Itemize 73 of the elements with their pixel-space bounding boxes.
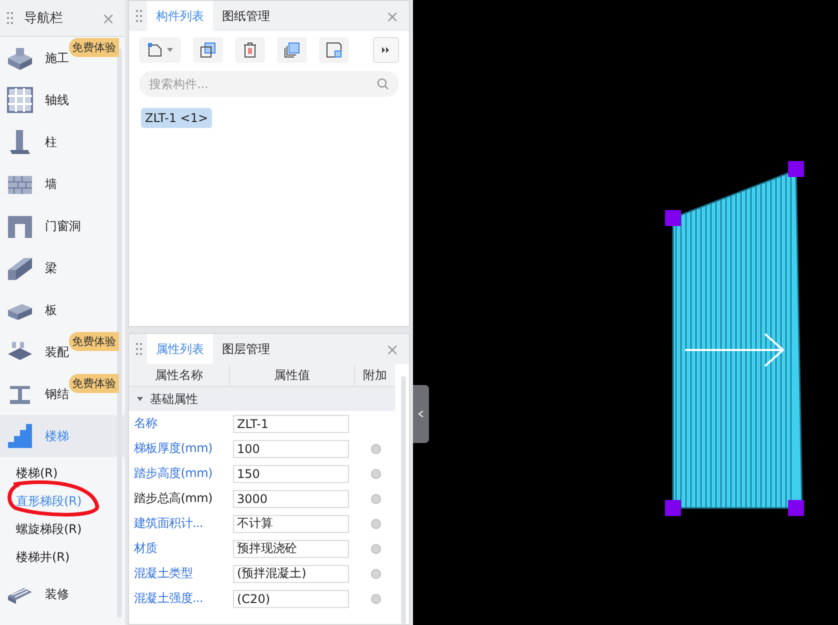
trial-badge: 免费体验	[69, 38, 119, 57]
property-name: 踏步高度(mm)	[133, 465, 214, 482]
copy-button[interactable]	[193, 37, 223, 63]
nav-item[interactable]: 柱	[0, 121, 125, 163]
nav-item[interactable]: 施工 免费体验	[0, 37, 125, 79]
delete-button[interactable]	[235, 37, 265, 63]
trial-badge: 免费体验	[69, 374, 119, 393]
drag-handle-icon[interactable]	[7, 12, 13, 24]
nav-item[interactable]: 钢结 免费体验	[0, 373, 125, 415]
property-value-field[interactable]: 预拌现浇砼	[233, 540, 349, 558]
property-value-field[interactable]: 100	[233, 440, 349, 458]
trial-badge: 免费体验	[69, 332, 119, 351]
more-button[interactable]	[373, 37, 399, 63]
attach-radio[interactable]	[371, 594, 381, 604]
drawing-canvas[interactable]	[413, 0, 838, 625]
collapse-handle[interactable]	[413, 385, 429, 443]
panel-tab[interactable]: 图层管理	[213, 334, 279, 364]
search-icon	[377, 78, 389, 90]
nav-subitem[interactable]: 楼梯井(R)	[0, 543, 125, 571]
stacked-copy-icon	[284, 42, 300, 58]
search-field[interactable]: 搜索构件...	[139, 71, 399, 97]
copy-icon	[200, 42, 216, 58]
nav-item[interactable]: 装修	[0, 573, 125, 615]
panel-tab[interactable]: 属性列表	[147, 334, 213, 364]
double-arrow-icon	[381, 46, 391, 54]
attach-radio[interactable]	[371, 568, 381, 578]
property-value-field[interactable]: 3000	[233, 490, 349, 508]
save-button[interactable]	[319, 37, 349, 63]
nav-item[interactable]: 轴线	[0, 79, 125, 121]
property-name: 建筑面积计...	[133, 515, 204, 532]
new-button[interactable]	[139, 37, 181, 63]
new-document-icon	[147, 42, 163, 58]
property-name: 踏步总高(mm)	[133, 490, 214, 507]
property-name: 混凝土类型	[133, 565, 194, 582]
column-header: 附加	[362, 366, 388, 384]
layer-copy-button[interactable]	[277, 37, 307, 63]
property-value-field[interactable]: 不计算	[233, 514, 349, 532]
grid-icon	[6, 86, 34, 114]
property-value-field[interactable]: (C20)	[233, 590, 349, 608]
nav-subitem[interactable]: 螺旋梯段(R)	[0, 515, 125, 543]
nav-item[interactable]: 墙	[0, 163, 125, 205]
attach-radio[interactable]	[371, 494, 381, 504]
caret-icon	[167, 48, 173, 52]
attach-radio[interactable]	[371, 444, 381, 454]
stair-flight-drawing[interactable]	[665, 161, 804, 516]
column-header: 属性名称	[129, 364, 230, 386]
nav-item[interactable]: 门窗洞	[0, 205, 125, 247]
group-label: 基础属性	[150, 390, 198, 408]
nav-item[interactable]: 梁	[0, 247, 125, 289]
attach-radio[interactable]	[371, 544, 381, 554]
trash-icon	[242, 42, 258, 58]
property-name: 混凝土强度...	[133, 590, 204, 607]
panel-tab[interactable]: 图纸管理	[213, 1, 279, 31]
attach-radio[interactable]	[371, 468, 381, 478]
panel-title: 导航栏	[24, 10, 63, 27]
chevron-left-icon	[418, 410, 424, 418]
property-value-field[interactable]: (预拌混凝土)	[233, 564, 349, 582]
property-name: 材质	[133, 540, 158, 557]
drag-handle-icon[interactable]	[136, 343, 142, 355]
property-name: 梯板厚度(mm)	[133, 440, 214, 457]
drag-handle-icon[interactable]	[136, 10, 142, 22]
panel-tab[interactable]: 构件列表	[147, 1, 213, 31]
nav-item[interactable]: 装配 免费体验	[0, 331, 125, 373]
stairs-icon	[6, 422, 34, 450]
property-value-field[interactable]: ZLT-1	[233, 414, 349, 432]
attach-radio[interactable]	[371, 518, 381, 528]
group-row[interactable]: 基础属性	[129, 387, 395, 411]
column-header: 属性值	[230, 364, 355, 386]
nav-subitem[interactable]: 楼梯(R)	[0, 459, 125, 487]
property-name: 名称	[133, 415, 158, 432]
nav-item[interactable]: 板	[0, 289, 125, 331]
component-item[interactable]: ZLT-1 <1>	[141, 108, 212, 128]
property-value-field[interactable]: 150	[233, 464, 349, 482]
